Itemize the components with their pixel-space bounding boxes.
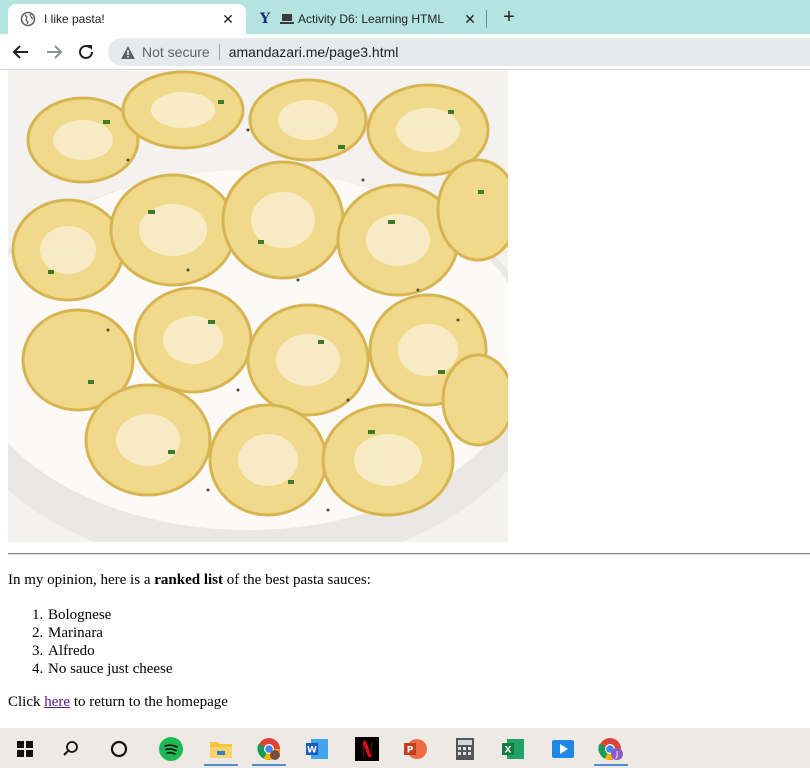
excel-icon: X <box>502 739 524 759</box>
omnibox-divider <box>218 44 220 60</box>
intro-text-start: In my opinion, here is a <box>8 572 155 588</box>
forward-button[interactable] <box>42 40 66 64</box>
pasta-photo <box>8 70 508 542</box>
url-text[interactable]: amandazari.me/page3.html <box>229 44 399 60</box>
intro-bold-text: ranked list <box>154 572 223 588</box>
powerpoint-icon: P <box>404 739 427 759</box>
return-paragraph: Click here to return to the homepage <box>8 694 228 711</box>
sauce-name: Marinara <box>48 625 103 641</box>
reload-icon <box>79 44 93 59</box>
sauce-name: No sauce just cheese <box>48 661 173 677</box>
file-explorer-button[interactable] <box>202 732 240 766</box>
list-number: 4. <box>32 661 44 677</box>
tab-activity-d6[interactable]: Y Activity D6: Learning HTML ✕ <box>250 4 486 34</box>
excel-button[interactable]: X <box>494 732 532 766</box>
reload-button[interactable] <box>74 40 98 64</box>
globe-icon <box>20 11 36 27</box>
y-icon: Y <box>260 11 270 27</box>
search-button[interactable] <box>52 732 90 766</box>
chrome-icon <box>257 738 280 760</box>
tab-i-like-pasta[interactable]: I like pasta! ✕ <box>8 4 246 34</box>
list-item: 4. No sauce just cheese <box>32 660 173 678</box>
new-tab-button[interactable]: + <box>498 6 520 28</box>
cortana-button[interactable] <box>100 732 138 766</box>
folder-icon <box>210 742 232 758</box>
windows-taskbar: W P X J <box>0 728 810 768</box>
back-button[interactable] <box>9 40 33 64</box>
svg-text:X: X <box>505 746 512 756</box>
netflix-icon <box>355 737 379 761</box>
browser-toolbar: Not secure amandazari.me/page3.html <box>0 34 810 70</box>
word-icon: W <box>306 739 328 759</box>
page-content: In my opinion, here is a ranked list of … <box>0 70 810 728</box>
svg-text:P: P <box>407 746 414 756</box>
spotify-button[interactable] <box>152 732 190 766</box>
word-button[interactable]: W <box>298 732 336 766</box>
intro-paragraph: In my opinion, here is a ranked list of … <box>8 572 371 589</box>
powerpoint-button[interactable]: P <box>396 732 434 766</box>
list-number: 2. <box>32 625 44 641</box>
tab-title: Activity D6: Learning HTML <box>298 12 445 26</box>
sauce-name: Bolognese <box>48 607 112 623</box>
homepage-link[interactable]: here <box>44 694 70 710</box>
windows-icon <box>17 741 33 757</box>
start-button[interactable] <box>6 732 44 766</box>
address-bar[interactable]: Not secure amandazari.me/page3.html <box>108 38 810 66</box>
laptop-icon <box>280 14 294 24</box>
chrome-profile-icon: J <box>598 738 623 760</box>
video-player-icon <box>552 740 574 758</box>
tortellini-image <box>8 70 508 542</box>
video-player-button[interactable] <box>544 732 582 766</box>
tab-title: I like pasta! <box>44 12 105 26</box>
svg-text:W: W <box>307 746 317 756</box>
arrow-right-icon <box>47 45 63 59</box>
tab-separator <box>486 10 487 28</box>
security-label[interactable]: Not secure <box>142 44 210 60</box>
netflix-button[interactable] <box>348 732 386 766</box>
spotify-icon <box>159 737 183 761</box>
list-item: 1. Bolognese <box>32 606 173 624</box>
return-text-start: Click <box>8 694 45 710</box>
ranked-sauce-list: 1. Bolognese 2. Marinara 3. Alfredo 4. No sa… <box>32 606 173 678</box>
intro-text-end: of the best pasta sauces: <box>223 572 371 588</box>
calculator-button[interactable] <box>446 732 484 766</box>
chrome-button[interactable] <box>250 732 288 766</box>
horizontal-rule <box>8 553 810 555</box>
close-tab-icon[interactable]: ✕ <box>462 11 478 28</box>
cortana-icon <box>110 740 128 758</box>
list-number: 3. <box>32 643 44 659</box>
sauce-name: Alfredo <box>48 643 95 659</box>
close-tab-icon[interactable]: ✕ <box>220 11 236 28</box>
calculator-icon <box>456 738 474 760</box>
chrome-profile-button[interactable]: J <box>592 732 630 766</box>
return-text-end: to return to the homepage <box>70 694 228 710</box>
list-item: 3. Alfredo <box>32 642 173 660</box>
list-item: 2. Marinara <box>32 624 173 642</box>
warning-icon <box>121 45 135 59</box>
list-number: 1. <box>32 607 44 623</box>
arrow-left-icon <box>12 45 28 59</box>
search-icon <box>63 741 78 756</box>
svg-text:J: J <box>615 750 618 759</box>
tab-strip: I like pasta! ✕ Y Activity D6: Learning … <box>0 0 810 34</box>
